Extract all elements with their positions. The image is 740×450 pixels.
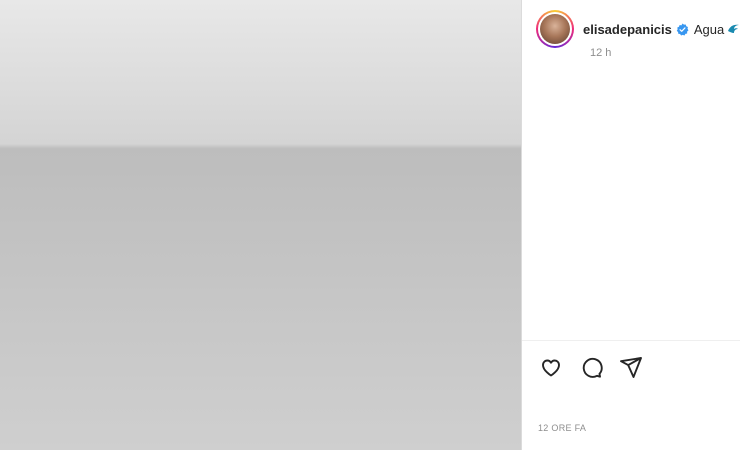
verified-badge-icon [676,23,689,36]
post-sidebar: elisadepanicis Agua 12 h 12 ORE FA [522,0,740,450]
like-button[interactable] [538,354,564,380]
comment-icon [582,358,603,378]
actions-divider [522,340,740,341]
avatar[interactable] [536,10,574,48]
post-time-short: 12 h [590,47,612,59]
heart-icon [542,359,560,377]
share-icon [620,357,642,378]
avatar-photo [540,14,570,44]
post-media[interactable] [0,0,521,450]
post-header: elisadepanicis Agua [536,10,740,48]
photo-placeholder [0,0,521,450]
comment-button[interactable] [578,354,604,380]
username-link[interactable]: elisadepanicis [583,22,672,37]
action-bar [538,354,644,380]
instagram-post: elisadepanicis Agua 12 h 12 ORE FA [0,0,740,450]
post-timestamp: 12 ORE FA [538,423,587,433]
water-wave-emoji-icon [727,22,740,36]
share-button[interactable] [618,354,644,380]
post-caption: Agua [693,21,725,37]
